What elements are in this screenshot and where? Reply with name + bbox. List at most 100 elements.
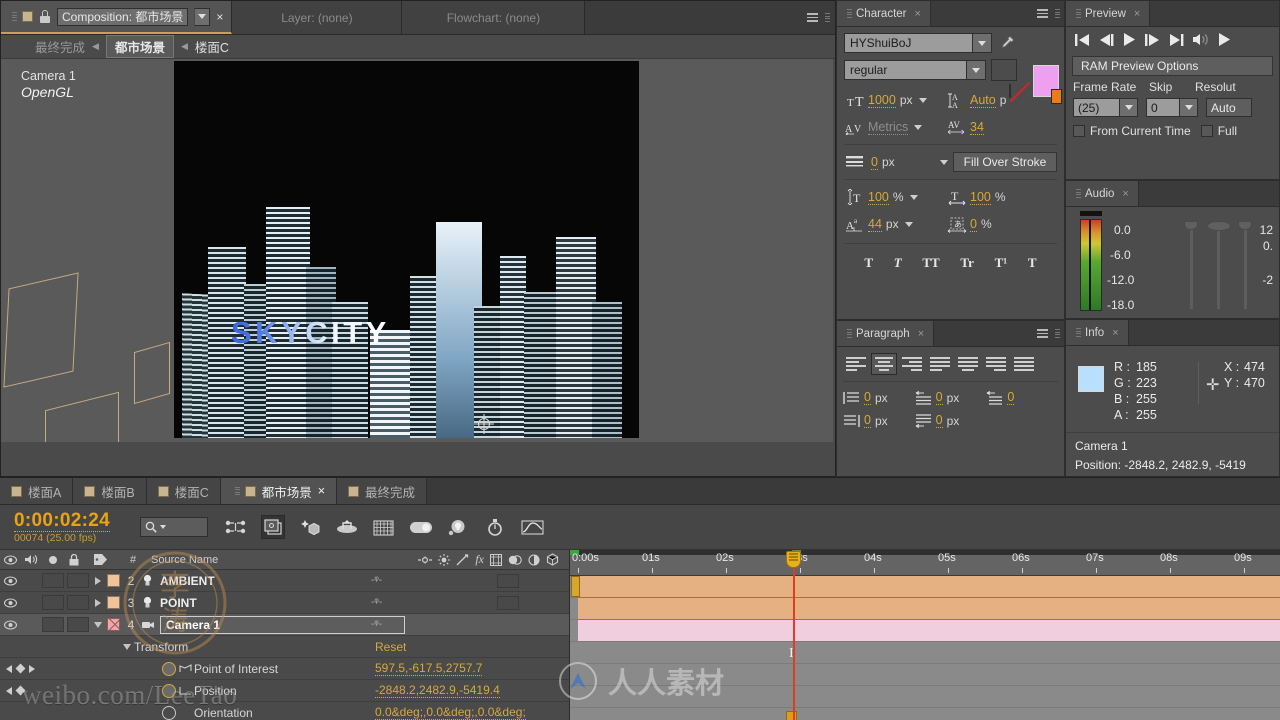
tab-flowchart[interactable]: Flowchart: (none) [402, 1, 586, 34]
graph-editor-pill-icon[interactable] [409, 515, 433, 539]
layer-collapse-arrow[interactable] [89, 621, 107, 628]
lock-icon[interactable] [39, 10, 51, 23]
stroke-width-caret-icon[interactable] [940, 159, 948, 165]
audio-grip-icon[interactable] [1073, 189, 1081, 198]
anchor-point-icon[interactable] [474, 414, 494, 434]
layer-shy-switch[interactable]: -ᵠ- [371, 619, 382, 630]
align-left-button[interactable] [843, 353, 869, 375]
stroke-order-select[interactable]: Fill Over Stroke [953, 152, 1057, 172]
horizontal-scale-field[interactable]: 100 % [970, 190, 1057, 205]
close-audio-tab-icon[interactable]: × [1122, 188, 1128, 200]
camera-color-chip[interactable] [107, 618, 120, 631]
baseline-shift-caret-icon[interactable] [904, 221, 913, 227]
table-row[interactable]: 4 Camera 1 -ᵠ- [0, 614, 569, 636]
superscript-button[interactable]: T¹ [995, 255, 1008, 271]
justify-last-right-button[interactable] [983, 353, 1009, 375]
tab-audio[interactable]: Audio × [1066, 181, 1139, 206]
close-info-tab-icon[interactable]: × [1112, 327, 1118, 339]
last-frame-button[interactable] [1169, 33, 1184, 49]
property-name[interactable]: Position [194, 684, 237, 698]
baseline-shift-field[interactable]: 44 px [868, 217, 946, 232]
tab-paragraph[interactable]: Paragraph × [837, 321, 935, 346]
stroke-width-field[interactable]: 0 px [871, 155, 933, 170]
character-grip-right-icon[interactable] [1052, 9, 1060, 18]
from-current-time-checkbox[interactable] [1073, 125, 1085, 137]
layer-visibility-toggle[interactable] [0, 575, 20, 586]
breadcrumb-item-2[interactable]: 楼面C [195, 37, 229, 56]
paragraph-panel-menu-icon[interactable] [1034, 329, 1052, 338]
layer-bar-ambient[interactable] [578, 576, 1280, 597]
timeline-graph[interactable]: 0:00s 01s 02s 03s 04s 05s 06s 07s 08s 09… [570, 550, 1280, 720]
info-grip-icon[interactable] [1073, 328, 1081, 337]
align-center-button[interactable] [871, 353, 897, 375]
preview-grip-icon[interactable] [1073, 9, 1081, 18]
audio-fader-right-track[interactable] [1244, 223, 1247, 309]
transform-collapse-arrow[interactable] [120, 643, 134, 650]
layer-lock-cell[interactable] [67, 617, 89, 632]
audio-fader-right-knob[interactable] [1238, 221, 1252, 230]
font-family-select[interactable]: HYShuiBoJ [844, 33, 992, 53]
frame-rate-select[interactable]: (25) [1073, 98, 1138, 117]
composition-mini-flowchart-icon[interactable] [224, 515, 248, 539]
timeline-tab-grip-icon[interactable] [232, 486, 240, 496]
first-frame-button[interactable] [1075, 33, 1090, 49]
layer-visibility-toggle[interactable] [0, 597, 20, 608]
close-character-tab-icon[interactable]: × [915, 8, 921, 20]
property-value[interactable]: -2848.2,2482.9,-5419.4 [375, 683, 500, 698]
layer-visibility-toggle[interactable] [0, 619, 20, 630]
timeline-current-time[interactable]: 0:00:02:24 [14, 510, 110, 533]
font-style-select[interactable]: regular [844, 60, 986, 80]
table-row[interactable]: 2 AMBIENT -ᵠ- [0, 570, 569, 592]
preview-resolution-select[interactable]: Auto [1206, 98, 1252, 117]
close-paragraph-tab-icon[interactable]: × [918, 328, 924, 340]
layer-parent-cell[interactable] [497, 595, 519, 610]
align-right-button[interactable] [899, 353, 925, 375]
property-group-row[interactable]: Transform Reset [0, 636, 569, 658]
property-row[interactable]: Orientation 0.0&deg;,0.0&deg;,0.0&deg; [0, 702, 569, 720]
vertical-scale-caret-icon[interactable] [909, 194, 918, 200]
layer-solo-cell[interactable] [42, 573, 64, 588]
graph-editor-icon[interactable] [520, 515, 544, 539]
timeline-tab-3[interactable]: 都市场景 × [220, 478, 338, 504]
tab-layer[interactable]: Layer: (none) [232, 1, 403, 34]
draft-3d-icon[interactable] [261, 515, 285, 539]
space-after-field[interactable]: 0 px [915, 413, 987, 428]
keyframe-navigator[interactable] [0, 663, 58, 674]
composition-stage[interactable]: Camera 1 OpenGL SKYCITY [1, 59, 833, 442]
indent-first-line-field[interactable]: 0 [986, 390, 1058, 405]
previous-keyframe-arrow-icon[interactable] [6, 686, 12, 695]
layer-name[interactable]: POINT [160, 596, 197, 610]
eyedropper-icon[interactable] [997, 33, 1017, 53]
close-preview-tab-icon[interactable]: × [1134, 8, 1140, 20]
layer-color-chip[interactable] [107, 574, 120, 587]
stopwatch-icon[interactable] [162, 683, 176, 698]
paragraph-grip-icon[interactable] [844, 329, 852, 338]
justify-last-left-button[interactable] [927, 353, 953, 375]
layer-shy-switch[interactable]: -ᵠ- [371, 597, 382, 608]
stopwatch-icon[interactable] [162, 661, 176, 676]
transform-reset-link[interactable]: Reset [375, 640, 406, 654]
stopwatch-icon[interactable] [162, 705, 176, 720]
space-before-field[interactable]: 0 px [915, 390, 987, 405]
timeline-tab-0[interactable]: 楼面A [0, 478, 74, 504]
close-timeline-tab-icon[interactable]: × [318, 484, 325, 498]
search-input[interactable] [140, 517, 208, 537]
header-source-name[interactable]: Source Name [151, 554, 418, 566]
paragraph-grip-right-icon[interactable] [1052, 329, 1060, 338]
previous-keyframe-arrow-icon[interactable] [6, 664, 12, 673]
tab-composition[interactable]: Composition: 都市场景 × [1, 1, 233, 34]
timeline-left-marker[interactable] [571, 576, 580, 597]
breadcrumb-item-1[interactable]: 都市场景 [105, 35, 174, 58]
brainstorm-icon[interactable] [446, 515, 470, 539]
enable-motion-blur-icon[interactable] [372, 515, 396, 539]
breadcrumb-item-0[interactable]: 最终完成 [35, 37, 85, 56]
property-name[interactable]: Orientation [194, 706, 253, 720]
font-size-field[interactable]: 1000 px [868, 93, 946, 108]
tsume-field[interactable]: 0 % [970, 217, 1057, 232]
full-screen-checkbox[interactable] [1200, 125, 1213, 137]
panel-grip-right-icon[interactable] [822, 13, 830, 22]
default-colors-icon[interactable] [991, 59, 1017, 81]
kerning-caret-icon[interactable] [914, 124, 923, 130]
justify-last-center-button[interactable] [955, 353, 981, 375]
indent-left-field[interactable]: 0 px [843, 390, 915, 405]
